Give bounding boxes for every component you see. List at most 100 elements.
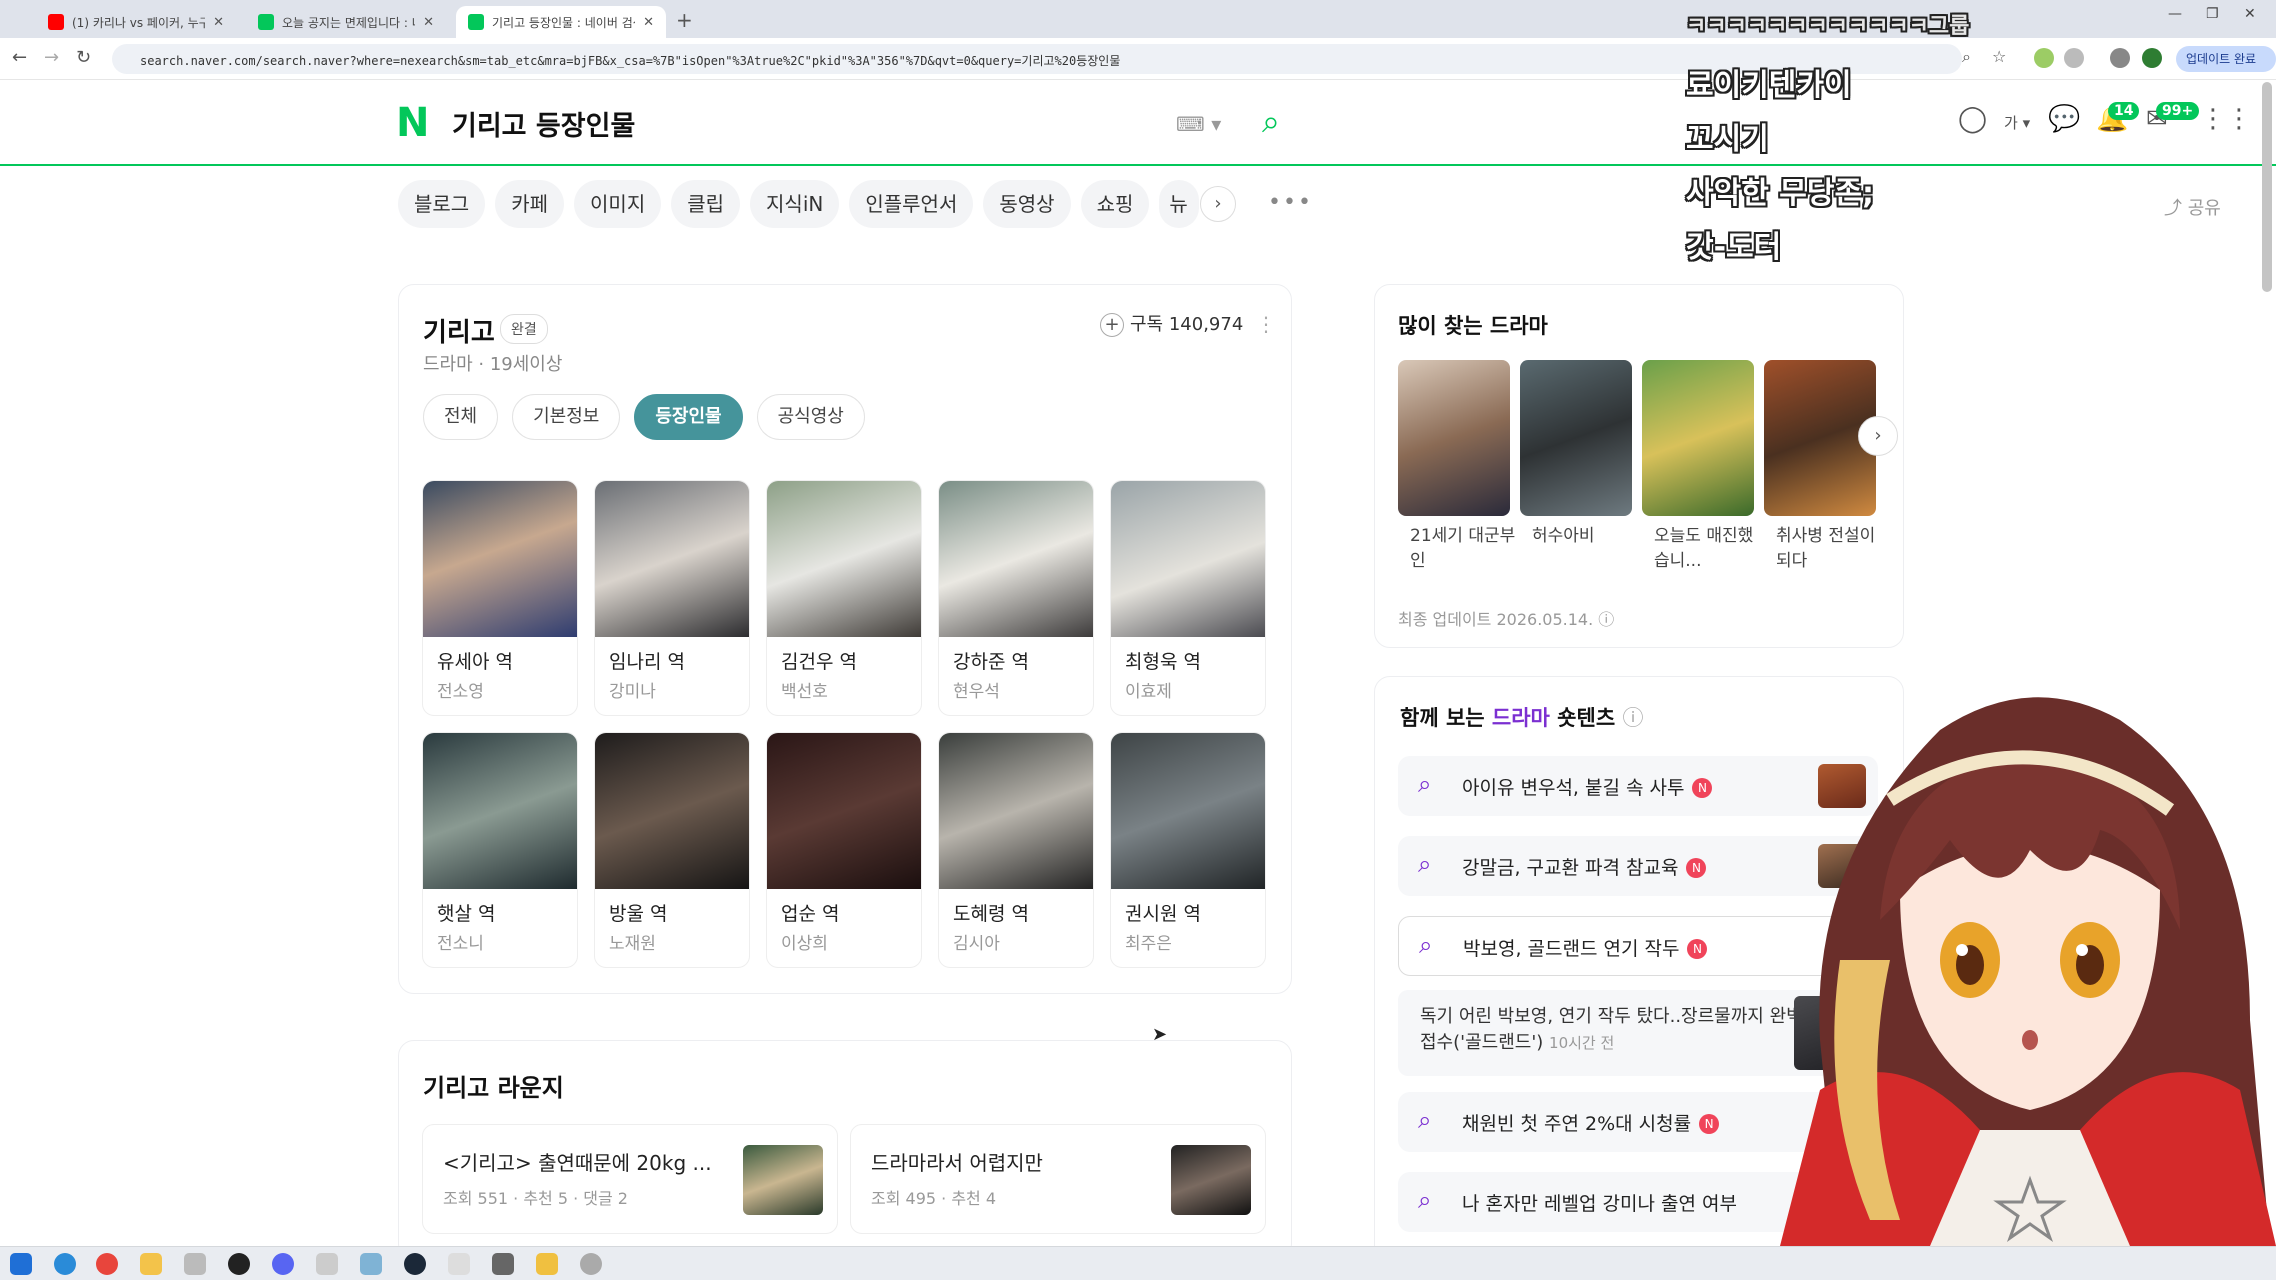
update-button[interactable]: 업데이트 완료 ⋮	[2176, 46, 2276, 92]
user-name-label[interactable]: 가 ▾	[2004, 112, 2030, 133]
cast-card[interactable]: 최형욱 역 이효제	[1110, 480, 1266, 716]
cast-card[interactable]: 임나리 역 강미나	[594, 480, 750, 716]
new-tab-icon[interactable]: +	[676, 8, 693, 32]
steam-icon[interactable]	[404, 1253, 426, 1275]
drama-poster-label[interactable]: 오늘도 매진했습니...	[1654, 524, 1766, 574]
subtab-cast[interactable]: 등장인물	[634, 394, 743, 440]
browser-tab-2[interactable]: 오늘 공지는 면제입니다 : 네이버 ✕	[246, 6, 446, 38]
tab-image[interactable]: 이미지	[574, 180, 662, 228]
back-icon[interactable]: ←	[12, 47, 27, 68]
start-icon[interactable]	[10, 1253, 32, 1275]
cast-card[interactable]: 강하준 역 현우석	[938, 480, 1094, 716]
cast-card[interactable]: 김건우 역 백선호	[766, 480, 922, 716]
app-icon[interactable]	[536, 1253, 558, 1275]
drama-poster-label[interactable]: 21세기 대군부인	[1410, 524, 1522, 574]
drama-poster[interactable]	[1642, 360, 1754, 516]
forward-icon[interactable]: →	[44, 47, 59, 68]
new-badge: N	[1687, 939, 1708, 959]
news-time: 10시간 전	[1549, 1034, 1615, 1052]
info-icon[interactable]: ⓘ	[1622, 706, 1643, 730]
profile-icon[interactable]	[2142, 48, 2162, 68]
reload-icon[interactable]: ↻	[76, 47, 91, 68]
chrome-icon[interactable]	[96, 1253, 118, 1275]
news-text: 독기 어린 박보영, 연기 작두 탔다..장르물까지 완벽 접수('골드랜드')…	[1420, 1004, 1820, 1056]
app-icon[interactable]	[184, 1253, 206, 1275]
extensions-puzzle-icon[interactable]	[2064, 48, 2084, 68]
more-dots-icon[interactable]: •••	[1268, 190, 1313, 215]
subtab-official-video[interactable]: 공식영상	[756, 394, 865, 440]
chevron-right-icon[interactable]: ›	[1200, 186, 1236, 222]
lounge-post[interactable]: <기리고> 출연때문에 20kg ... 조회 551 · 추천 5 · 댓글 …	[422, 1124, 838, 1234]
cast-photo	[1111, 733, 1265, 889]
tab-clip[interactable]: 클립	[671, 180, 741, 228]
user-avatar-icon[interactable]: ◯	[1958, 104, 1987, 134]
zoom-icon[interactable]: ⌕	[1962, 47, 1971, 67]
lounge-post[interactable]: 드라마라서 어렵지만 조회 495 · 추천 4	[850, 1124, 1266, 1234]
edge-icon[interactable]	[54, 1253, 76, 1275]
cast-role: 업순 역	[781, 903, 840, 925]
cast-card[interactable]: 업순 역 이상희	[766, 732, 922, 968]
folder-icon[interactable]	[140, 1253, 162, 1275]
cast-photo	[767, 481, 921, 637]
naver-header: N 기리고 등장인물 ⌨ ▾ ⌕ ◯ 가 ▾ 💬 🔔 14 ✉ 99+ ⋮⋮	[0, 80, 2276, 166]
more-options-icon[interactable]: ⋮	[1256, 312, 1276, 336]
close-icon[interactable]: ✕	[213, 15, 224, 30]
cast-photo	[595, 481, 749, 637]
cast-actor: 최주은	[1125, 934, 1172, 954]
cast-photo	[767, 733, 921, 889]
tab-cafe[interactable]: 카페	[495, 180, 565, 228]
search-icon[interactable]: ⌕	[1262, 102, 1280, 141]
obs-icon[interactable]	[228, 1253, 250, 1275]
tab-news[interactable]: 뉴	[1159, 180, 1200, 228]
lounge-title[interactable]: 기리고 라운지	[423, 1068, 564, 1103]
app-icon[interactable]	[580, 1253, 602, 1275]
naver-logo[interactable]: N	[396, 100, 429, 146]
apps-grid-icon[interactable]: ⋮⋮	[2200, 104, 2252, 134]
drama-poster-label[interactable]: 취사병 전설이 되다	[1776, 524, 1888, 574]
media-icon[interactable]	[2110, 48, 2130, 68]
subtab-basic-info[interactable]: 기본정보	[512, 394, 621, 440]
app-icon[interactable]	[316, 1253, 338, 1275]
keyboard-icon[interactable]: ⌨ ▾	[1176, 112, 1221, 136]
tab-shopping[interactable]: 쇼핑	[1080, 180, 1150, 228]
bookmark-star-icon[interactable]: ☆	[1992, 47, 2006, 66]
app-icon[interactable]	[448, 1253, 470, 1275]
close-icon[interactable]: ✕	[643, 15, 654, 30]
discord-icon[interactable]	[272, 1253, 294, 1275]
search-query-input[interactable]: 기리고 등장인물	[452, 104, 635, 143]
app-icon[interactable]	[360, 1253, 382, 1275]
extension-icon[interactable]	[2034, 48, 2054, 68]
drama-poster[interactable]	[1398, 360, 1510, 516]
info-icon[interactable]: ⓘ	[1598, 610, 1614, 629]
talk-icon[interactable]: 💬	[2048, 104, 2080, 134]
last-updated: 최종 업데이트 2026.05.14. ⓘ	[1398, 606, 1614, 630]
cast-card[interactable]: 도혜령 역 김시아	[938, 732, 1094, 968]
cast-card[interactable]: 권시원 역 최주은	[1110, 732, 1266, 968]
settings-gear-icon[interactable]	[492, 1253, 514, 1275]
url-field[interactable]: search.naver.com/search.naver?where=nexe…	[112, 44, 1962, 74]
drama-title[interactable]: 기리고	[423, 312, 495, 349]
drama-poster[interactable]	[1520, 360, 1632, 516]
window-close-icon[interactable]: ✕	[2244, 6, 2256, 22]
tab-blog[interactable]: 블로그	[398, 180, 486, 228]
subtab-all[interactable]: 전체	[423, 394, 499, 440]
browser-tab-1[interactable]: (1) 카리나 vs 페이커, 누구랑 드 ✕	[36, 6, 236, 38]
share-button[interactable]: ⤴ 공유	[2164, 194, 2221, 220]
tab-kin[interactable]: 지식iN	[750, 180, 840, 228]
tab-video[interactable]: 동영상	[983, 180, 1071, 228]
search-icon: ⌕	[1418, 1106, 1432, 1134]
browser-tab-3-active[interactable]: 기리고 등장인물 : 네이버 검색 ✕	[456, 6, 666, 38]
cast-card[interactable]: 유세아 역 전소영	[422, 480, 578, 716]
minimize-icon[interactable]: —	[2168, 6, 2182, 22]
cast-photo	[595, 733, 749, 889]
drama-poster-label[interactable]: 허수아비	[1532, 524, 1644, 549]
maximize-icon[interactable]: ❐	[2206, 6, 2219, 22]
cast-card[interactable]: 방울 역 노재원	[594, 732, 750, 968]
cast-actor: 현우석	[953, 682, 1000, 702]
cast-card[interactable]: 햇살 역 전소니	[422, 732, 578, 968]
carousel-next-icon[interactable]: ›	[1858, 416, 1898, 456]
page-scrollbar[interactable]	[2262, 82, 2272, 292]
close-icon[interactable]: ✕	[423, 15, 434, 30]
tab-influencer[interactable]: 인플루언서	[849, 180, 974, 228]
subscribe-button[interactable]: + 구독 140,974	[1100, 310, 1243, 337]
